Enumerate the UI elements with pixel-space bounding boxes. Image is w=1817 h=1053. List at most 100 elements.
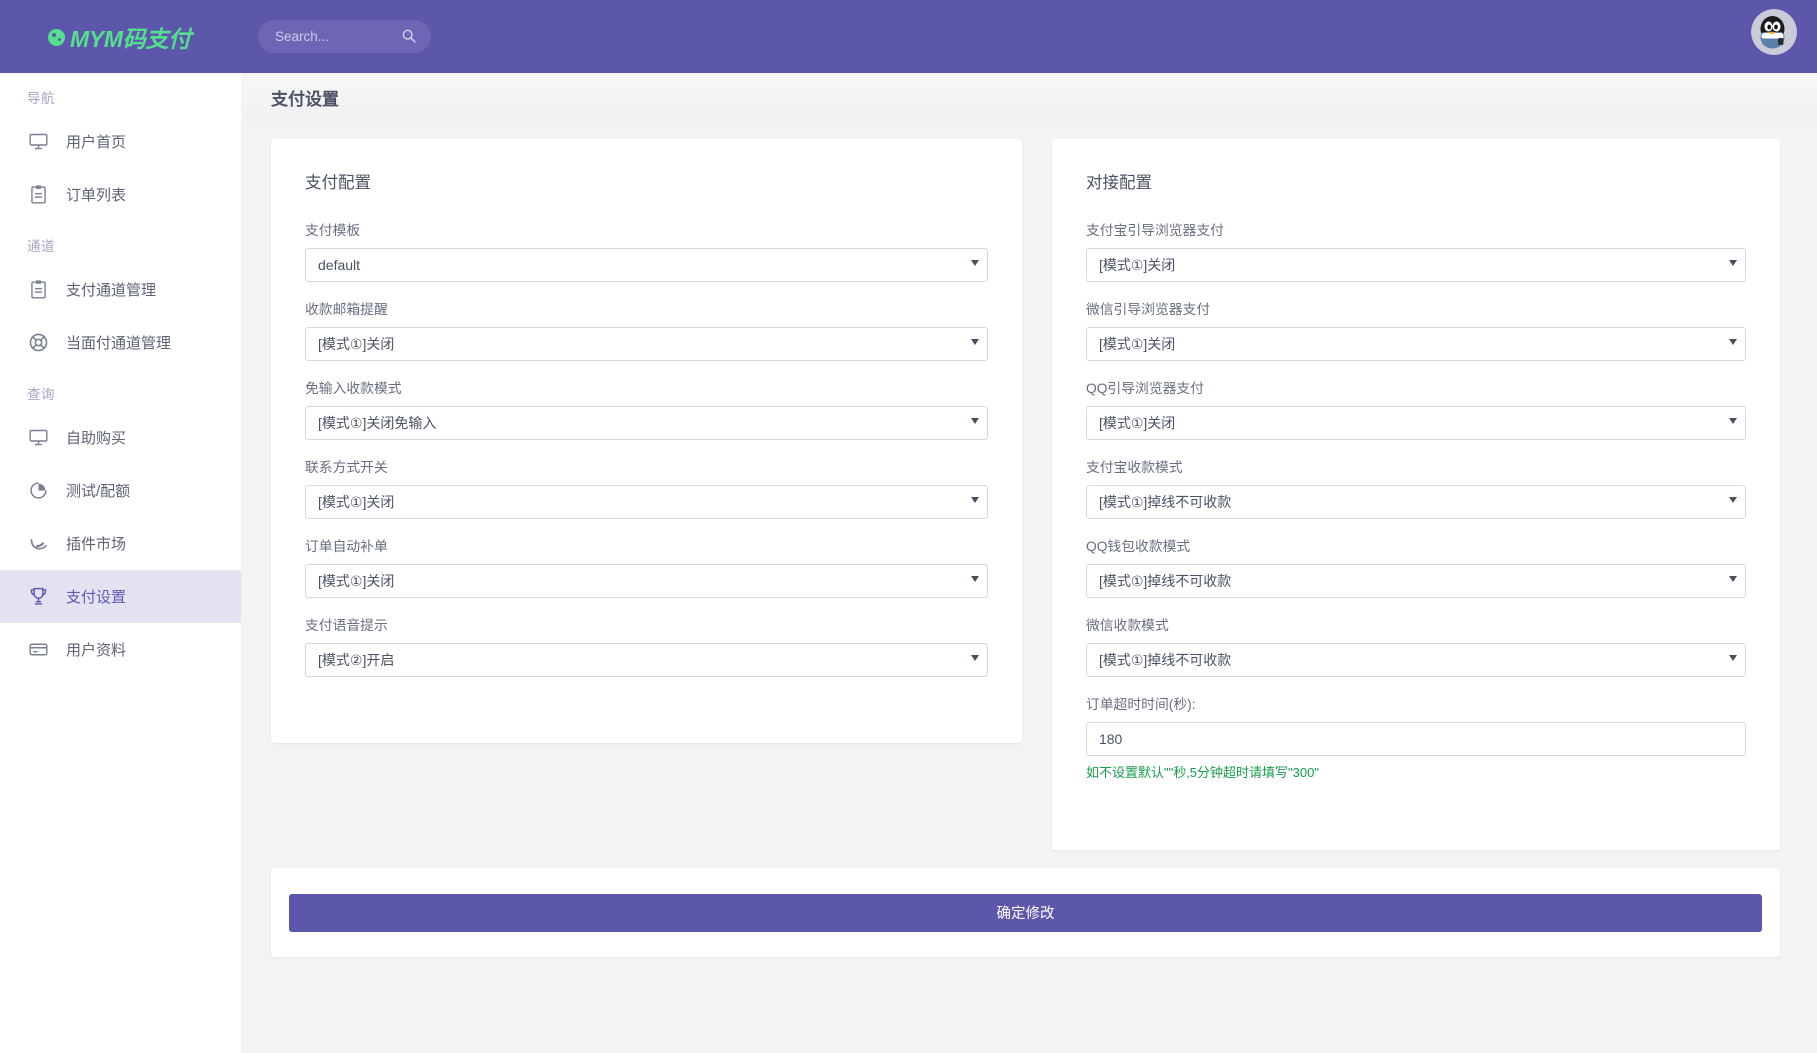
page-title: 支付设置 (271, 85, 339, 110)
select-wrapper: [模式①]关闭 (305, 564, 988, 598)
search-container (258, 20, 431, 53)
field-wechat-browser-redirect: 微信引导浏览器支付 [模式①]关闭 (1086, 298, 1746, 361)
order-timeout-input[interactable] (1086, 722, 1746, 756)
field-no-input-receipt-mode: 免输入收款模式 [模式①]关闭免输入 (305, 377, 988, 440)
select-wrapper: [模式①]关闭 (305, 485, 988, 519)
payment-template-select[interactable]: default (305, 248, 988, 282)
config-cards-row: 支付配置 支付模板 default 收款邮箱提醒 [模式①]关闭 免输入收款模式 (241, 121, 1817, 850)
sidebar-item-self-service-purchase[interactable]: 自助购买 (0, 411, 241, 464)
card-icon (27, 639, 49, 661)
desktop-icon (27, 131, 49, 153)
select-wrapper: [模式①]关闭免输入 (305, 406, 988, 440)
main-content: 支付设置 支付配置 支付模板 default 收款邮箱提醒 [模式①]关闭 (241, 73, 1817, 1053)
avatar[interactable] (1751, 9, 1797, 55)
field-wechat-receipt-mode: 微信收款模式 [模式①]掉线不可收款 (1086, 614, 1746, 677)
payment-config-card: 支付配置 支付模板 default 收款邮箱提醒 [模式①]关闭 免输入收款模式 (271, 139, 1022, 743)
desktop-icon (27, 427, 49, 449)
field-label: 微信收款模式 (1086, 614, 1746, 634)
field-label: 收款邮箱提醒 (305, 298, 988, 318)
brand-title: MYM码支付 (70, 20, 191, 54)
sidebar-item-label: 订单列表 (66, 184, 126, 205)
sidebar-item-label: 自助购买 (66, 427, 126, 448)
pie-chart-icon (27, 480, 49, 502)
sidebar-group-label-navigation: 导航 (0, 73, 241, 115)
receipt-email-alert-select[interactable]: [模式①]关闭 (305, 327, 988, 361)
brand-zone: MYM码支付 (0, 0, 241, 73)
sidebar-item-user-home[interactable]: 用户首页 (0, 115, 241, 168)
field-label: QQ钱包收款模式 (1086, 535, 1746, 555)
clipboard-icon (27, 279, 49, 301)
order-timeout-hint: 如不设置默认""秒,5分钟超时请填写"300" (1086, 762, 1746, 781)
field-alipay-receipt-mode: 支付宝收款模式 [模式①]掉线不可收款 (1086, 456, 1746, 519)
select-wrapper: [模式②]开启 (305, 643, 988, 677)
field-label: 免输入收款模式 (305, 377, 988, 397)
brand-logo[interactable]: MYM码支付 (48, 20, 191, 54)
select-wrapper: [模式①]掉线不可收款 (1086, 485, 1746, 519)
confirm-modify-button[interactable]: 确定修改 (289, 894, 1762, 932)
select-wrapper: [模式①]关闭 (1086, 327, 1746, 361)
select-wrapper: [模式①]关闭 (305, 327, 988, 361)
sidebar-item-label: 用户资料 (66, 639, 126, 660)
sidebar-item-test-quota[interactable]: 测试/配额 (0, 464, 241, 517)
field-qq-wallet-receipt-mode: QQ钱包收款模式 [模式①]掉线不可收款 (1086, 535, 1746, 598)
payment-voice-prompt-select[interactable]: [模式②]开启 (305, 643, 988, 677)
field-alipay-browser-redirect: 支付宝引导浏览器支付 [模式①]关闭 (1086, 219, 1746, 282)
field-payment-voice-prompt: 支付语音提示 [模式②]开启 (305, 614, 988, 677)
field-label: 订单超时时间(秒): (1086, 693, 1746, 713)
field-label: 支付宝引导浏览器支付 (1086, 219, 1746, 239)
field-label: 联系方式开关 (305, 456, 988, 476)
select-wrapper: [模式①]掉线不可收款 (1086, 564, 1746, 598)
page-header: 支付设置 (241, 73, 1817, 121)
sidebar-item-order-list[interactable]: 订单列表 (0, 168, 241, 221)
field-order-auto-resupply: 订单自动补单 [模式①]关闭 (305, 535, 988, 598)
field-order-timeout: 订单超时时间(秒): 如不设置默认""秒,5分钟超时请填写"300" (1086, 693, 1746, 781)
field-qq-browser-redirect: QQ引导浏览器支付 [模式①]关闭 (1086, 377, 1746, 440)
sidebar-item-payment-settings[interactable]: 支付设置 (0, 570, 241, 623)
plug-icon (27, 533, 49, 555)
no-input-receipt-mode-select[interactable]: [模式①]关闭免输入 (305, 406, 988, 440)
sidebar-group-label-query: 查询 (0, 369, 241, 411)
sidebar-item-plugin-market[interactable]: 插件市场 (0, 517, 241, 570)
sidebar-item-payment-channel-management[interactable]: 支付通道管理 (0, 263, 241, 316)
sidebar-group-label-channel: 通道 (0, 221, 241, 263)
sidebar-item-user-profile[interactable]: 用户资料 (0, 623, 241, 676)
field-label: QQ引导浏览器支付 (1086, 377, 1746, 397)
sidebar-item-label: 支付通道管理 (66, 279, 156, 300)
select-wrapper: default (305, 248, 988, 282)
order-auto-resupply-select[interactable]: [模式①]关闭 (305, 564, 988, 598)
select-wrapper: [模式①]关闭 (1086, 406, 1746, 440)
wechat-browser-redirect-select[interactable]: [模式①]关闭 (1086, 327, 1746, 361)
qq-browser-redirect-select[interactable]: [模式①]关闭 (1086, 406, 1746, 440)
integration-config-title: 对接配置 (1086, 169, 1746, 193)
sidebar-item-label: 当面付通道管理 (66, 332, 171, 353)
clipboard-icon (27, 184, 49, 206)
alipay-receipt-mode-select[interactable]: [模式①]掉线不可收款 (1086, 485, 1746, 519)
field-label: 支付语音提示 (305, 614, 988, 634)
field-label: 支付宝收款模式 (1086, 456, 1746, 476)
sidebar-item-face-to-face-channel-management[interactable]: 当面付通道管理 (0, 316, 241, 369)
payment-config-title: 支付配置 (305, 169, 988, 193)
select-wrapper: [模式①]关闭 (1086, 248, 1746, 282)
sidebar-item-label: 用户首页 (66, 131, 126, 152)
qq-wallet-receipt-mode-select[interactable]: [模式①]掉线不可收款 (1086, 564, 1746, 598)
select-wrapper: [模式①]掉线不可收款 (1086, 643, 1746, 677)
sidebar: 导航 用户首页 订单列表 通道 支付通道管理 (0, 73, 241, 1053)
top-bar: MYM码支付 (0, 0, 1817, 73)
search-input[interactable] (258, 20, 431, 53)
alipay-browser-redirect-select[interactable]: [模式①]关闭 (1086, 248, 1746, 282)
field-receipt-email-alert: 收款邮箱提醒 [模式①]关闭 (305, 298, 988, 361)
contact-method-switch-select[interactable]: [模式①]关闭 (305, 485, 988, 519)
field-label: 订单自动补单 (305, 535, 988, 555)
trophy-icon (27, 586, 49, 608)
sidebar-item-label: 插件市场 (66, 533, 126, 554)
lifebuoy-icon (27, 332, 49, 354)
sidebar-item-label: 测试/配额 (66, 480, 130, 501)
soccer-ball-icon (48, 29, 65, 46)
qq-penguin-avatar-icon (1751, 9, 1797, 55)
wechat-receipt-mode-select[interactable]: [模式①]掉线不可收款 (1086, 643, 1746, 677)
field-label: 微信引导浏览器支付 (1086, 298, 1746, 318)
integration-config-card: 对接配置 支付宝引导浏览器支付 [模式①]关闭 微信引导浏览器支付 [模式①]关… (1052, 139, 1780, 850)
field-payment-template: 支付模板 default (305, 219, 988, 282)
submit-card: 确定修改 (271, 868, 1780, 957)
sidebar-item-label: 支付设置 (66, 586, 126, 607)
